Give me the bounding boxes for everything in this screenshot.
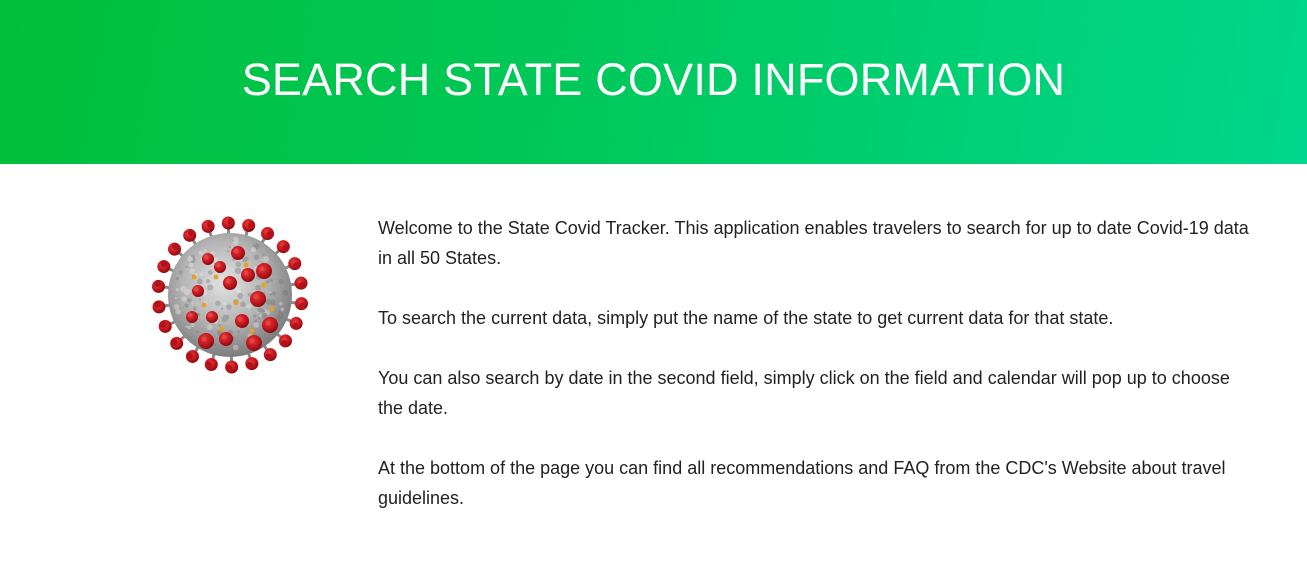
intro-paragraph-welcome: Welcome to the State Covid Tracker. This… (378, 213, 1258, 273)
coronavirus-illustration (146, 213, 314, 377)
main-content: Welcome to the State Covid Tracker. This… (0, 164, 1307, 567)
intro-paragraph-search-date: You can also search by date in the secon… (378, 363, 1258, 423)
coronavirus-icon (146, 213, 314, 377)
intro-text: Welcome to the State Covid Tracker. This… (378, 213, 1258, 543)
page-header: SEARCH STATE COVID INFORMATION (0, 0, 1307, 164)
page-title: SEARCH STATE COVID INFORMATION (242, 54, 1066, 106)
intro-paragraph-search-state: To search the current data, simply put t… (378, 303, 1258, 333)
intro-paragraph-cdc: At the bottom of the page you can find a… (378, 453, 1258, 513)
